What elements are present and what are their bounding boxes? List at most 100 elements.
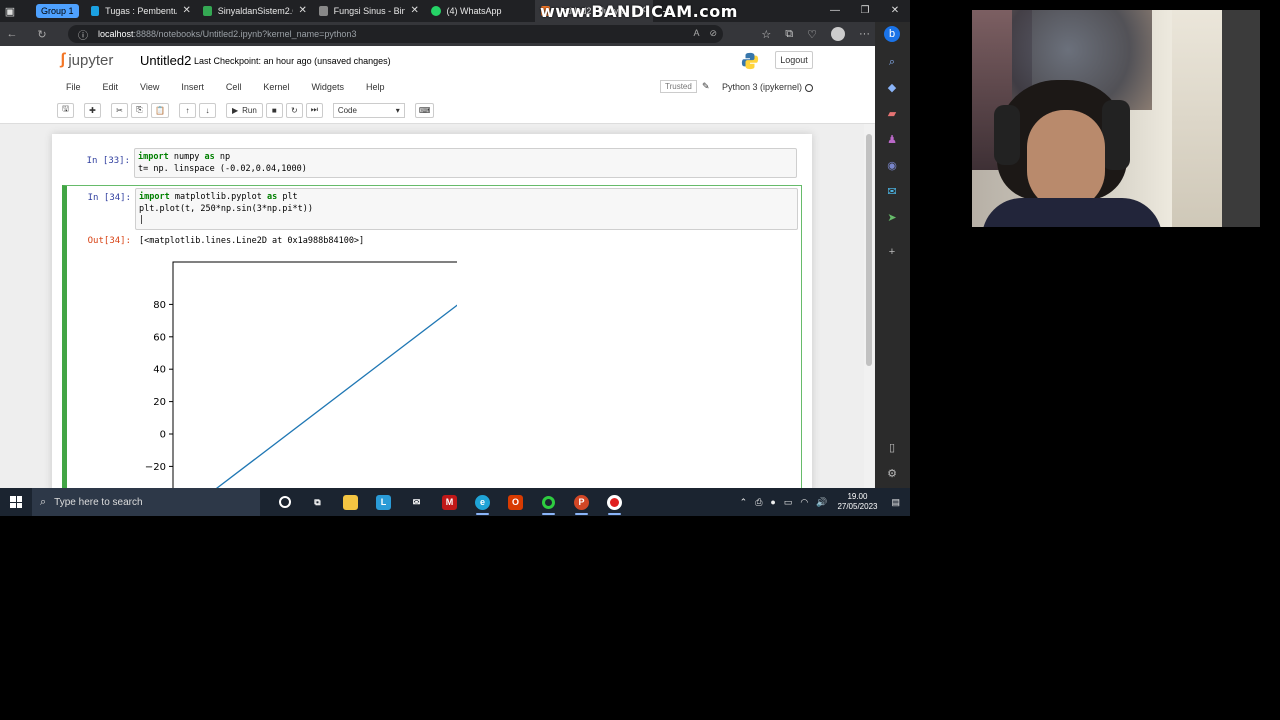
edge-icon[interactable]: e (466, 488, 499, 516)
tab-close-icon[interactable]: ✕ (411, 6, 419, 16)
favorites-icon[interactable]: ☆ (761, 28, 771, 41)
edit-pencil-icon[interactable]: ✎ (702, 81, 710, 92)
url-bar[interactable]: ⓘ localhost:8888/notebooks/Untitled2.ipy… (68, 25, 723, 43)
insert-cell-icon[interactable]: ✚ (84, 102, 101, 118)
code-editor[interactable]: import matplotlib.pyplot as plt plt.plot… (135, 188, 798, 230)
scrollbar-thumb[interactable] (866, 134, 872, 366)
drop-icon[interactable]: ➤ (884, 210, 900, 226)
tab-group-label[interactable]: Group 1 (36, 4, 79, 18)
games-icon[interactable]: ♟ (884, 132, 900, 148)
maximize-icon[interactable]: ❐ (850, 0, 880, 22)
menu-help[interactable]: Help (355, 82, 396, 92)
app-l-icon[interactable]: L (367, 488, 400, 516)
wifi-icon[interactable]: ◠ (800, 497, 808, 508)
reload-icon[interactable]: ↻ (30, 28, 54, 41)
app-green-circle-icon[interactable] (532, 488, 565, 516)
menu-view[interactable]: View (129, 82, 170, 92)
battery-icon[interactable]: ▭ (784, 497, 793, 508)
tracking-icon[interactable]: ⊘ (709, 28, 717, 39)
close-window-icon[interactable]: ✕ (880, 0, 910, 22)
tab-tugas[interactable]: Tugas : Pembentuka ✕ (85, 0, 197, 22)
menu-insert[interactable]: Insert (170, 82, 215, 92)
url-path: :8888/notebooks/Untitled2.ipynb?kernel_n… (133, 29, 357, 39)
input-prompt: In [34]: (87, 193, 131, 203)
tab-actions-icon[interactable]: ▣ (0, 0, 20, 22)
move-up-icon[interactable]: ↑ (178, 102, 196, 118)
cut-icon[interactable]: ✂ (111, 102, 128, 118)
menu-widgets[interactable]: Widgets (300, 82, 355, 92)
menu-file[interactable]: File (55, 82, 92, 92)
output-text: [<matplotlib.lines.Line2D at 0x1a988b841… (139, 236, 365, 246)
notification-icon[interactable]: ▤ (891, 497, 900, 508)
bandicam-icon[interactable] (598, 488, 631, 516)
command-palette-icon[interactable]: ⌨ (414, 102, 435, 118)
python-logo-icon (741, 52, 759, 70)
tab-favicon-icon (202, 6, 212, 16)
file-explorer-icon[interactable] (334, 488, 367, 516)
address-bar-row: ← ↻ ⓘ localhost:8888/notebooks/Untitled2… (0, 22, 910, 46)
collections-icon[interactable]: ⧉ (785, 28, 793, 41)
logout-button[interactable]: Logout (775, 51, 813, 69)
profile-avatar[interactable] (831, 27, 845, 41)
code-cell[interactable]: In [33]: import numpy as np t= np. linsp… (62, 148, 802, 180)
cell-type-select[interactable]: Code ▾ (332, 102, 405, 118)
outlook-icon[interactable]: ✉ (884, 184, 900, 200)
restart-run-all-icon[interactable]: ⏭ (305, 102, 323, 118)
tab-favicon-icon (318, 6, 328, 16)
minimize-icon[interactable]: — (820, 0, 850, 22)
edge-sidebar: b ⌕ ◆ ▰ ♟ ◉ ✉ ➤ + ▯ ⚙ (875, 22, 910, 488)
start-button[interactable] (0, 488, 32, 516)
cortana-icon[interactable] (268, 488, 301, 516)
save-icon[interactable]: 🖫 (57, 102, 74, 118)
kernel-name[interactable]: Python 3 (ipykernel) (722, 82, 802, 92)
office-icon[interactable]: O (499, 488, 532, 516)
restart-icon[interactable]: ↻ (285, 102, 303, 118)
read-aloud-icon[interactable]: A (693, 28, 699, 39)
windows-logo-icon (10, 496, 22, 508)
tab-sinyal[interactable]: SinyaldanSistem2.C ✕ (197, 0, 313, 22)
tools-icon[interactable]: ▰ (884, 106, 900, 122)
back-icon[interactable]: ← (0, 28, 24, 40)
y-tick-label: −20 (145, 462, 166, 473)
menu-edit[interactable]: Edit (92, 82, 130, 92)
selected-code-cell[interactable]: In [34]: import matplotlib.pyplot as plt… (62, 185, 802, 488)
taskbar-search[interactable]: ⌕ Type here to search (32, 488, 260, 516)
taskbar-clock[interactable]: 19.00 27/05/2023 (837, 492, 877, 512)
tab-bing[interactable]: Fungsi Sinus - Bing ✕ (313, 0, 425, 22)
office-icon[interactable]: ◉ (884, 158, 900, 174)
site-info-icon[interactable]: ⓘ (78, 27, 88, 42)
copy-icon[interactable]: ⎘ (131, 102, 148, 118)
code-editor[interactable]: import numpy as np t= np. linspace (-0.0… (134, 148, 797, 178)
add-sidebar-icon[interactable]: + (884, 244, 900, 260)
task-view-icon[interactable]: ⧉ (301, 488, 334, 516)
trusted-badge[interactable]: Trusted (660, 80, 697, 93)
sidebar-toggle-icon[interactable]: ▯ (884, 440, 900, 456)
tab-close-icon[interactable]: ✕ (299, 6, 307, 16)
jupyter-logo[interactable]: ʃ jupyter (60, 51, 113, 69)
shopping-icon[interactable]: ◆ (884, 80, 900, 96)
chevron-up-icon[interactable]: ⌃ (740, 497, 748, 508)
menu-kernel[interactable]: Kernel (252, 82, 300, 92)
mail-icon[interactable]: ✉ (400, 488, 433, 516)
search-icon[interactable]: ⌕ (884, 54, 900, 70)
menu-cell[interactable]: Cell (215, 82, 253, 92)
tab-close-icon[interactable]: ✕ (183, 6, 191, 16)
powerpoint-icon[interactable]: P (565, 488, 598, 516)
more-menu-icon[interactable]: ··· (859, 28, 870, 40)
move-down-icon[interactable]: ↓ (198, 102, 216, 118)
browser-essentials-icon[interactable]: ♡ (807, 28, 817, 41)
y-tick-label: 0 (160, 430, 166, 441)
page-scrollbar[interactable] (864, 124, 874, 488)
mcafee-icon[interactable]: M (433, 488, 466, 516)
run-button[interactable]: ▶ Run (225, 102, 263, 118)
usb-icon[interactable]: ⎙ (755, 497, 762, 508)
tab-whatsapp[interactable]: (4) WhatsApp (425, 0, 535, 22)
bing-chat-icon[interactable]: b (884, 26, 900, 42)
interrupt-icon[interactable]: ■ (265, 102, 283, 118)
settings-gear-icon[interactable]: ⚙ (884, 466, 900, 482)
microphone-icon[interactable]: ● (770, 497, 775, 507)
notebook-name[interactable]: Untitled2 (140, 53, 191, 68)
whatsapp-icon (430, 6, 441, 16)
volume-icon[interactable]: 🔊 (816, 497, 827, 508)
paste-icon[interactable]: 📋 (151, 102, 169, 118)
